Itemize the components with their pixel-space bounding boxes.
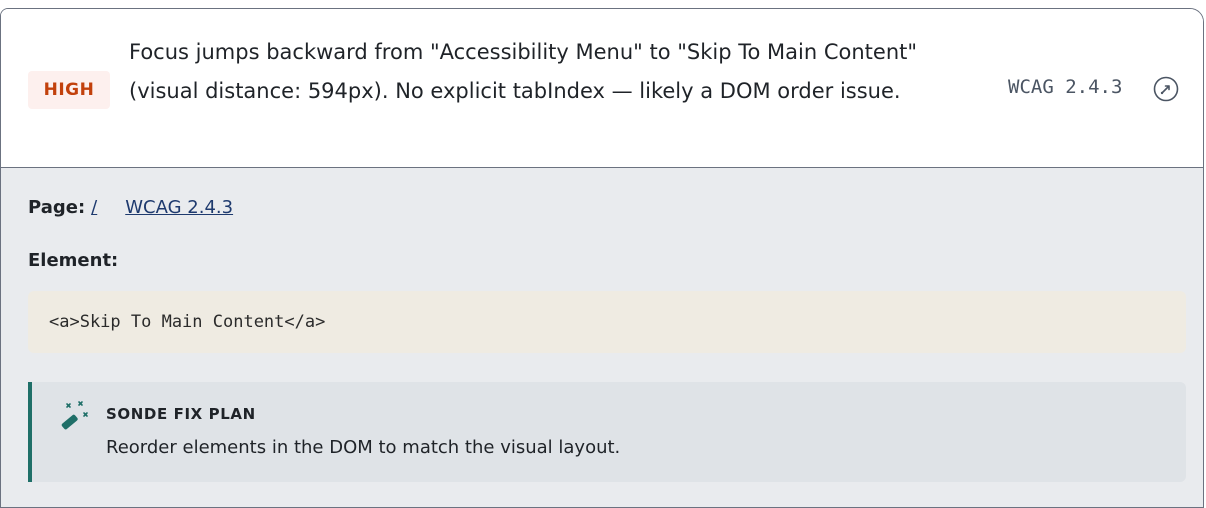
- help-circle-icon[interactable]: [1153, 76, 1179, 102]
- fix-plan-title: SONDE FIX PLAN: [106, 405, 256, 423]
- wcag-criterion: WCAG 2.4.3: [1008, 76, 1123, 98]
- page-link[interactable]: /: [91, 197, 97, 218]
- wcag-link[interactable]: WCAG 2.4.3: [125, 197, 233, 218]
- fix-plan-text: Reorder elements in the DOM to match the…: [106, 437, 621, 458]
- issue-details: Page: / WCAG 2.4.3 Element: <a>Skip To M…: [1, 168, 1203, 507]
- page-row: Page: / WCAG 2.4.3: [28, 197, 233, 218]
- element-code-block: <a>Skip To Main Content</a>: [28, 291, 1186, 353]
- issue-description: Focus jumps backward from "Accessibility…: [129, 40, 918, 103]
- fix-plan-box: SONDE FIX PLAN Reorder elements in the D…: [28, 382, 1186, 482]
- magic-wand-icon: [61, 401, 88, 430]
- issue-card: HIGH Focus jumps backward from "Accessib…: [0, 8, 1204, 508]
- issue-header[interactable]: HIGH Focus jumps backward from "Accessib…: [1, 9, 1203, 168]
- element-code: <a>Skip To Main Content</a>: [49, 312, 326, 332]
- element-label: Element:: [28, 250, 119, 271]
- severity-badge: HIGH: [28, 71, 110, 109]
- page-label: Page:: [28, 197, 86, 218]
